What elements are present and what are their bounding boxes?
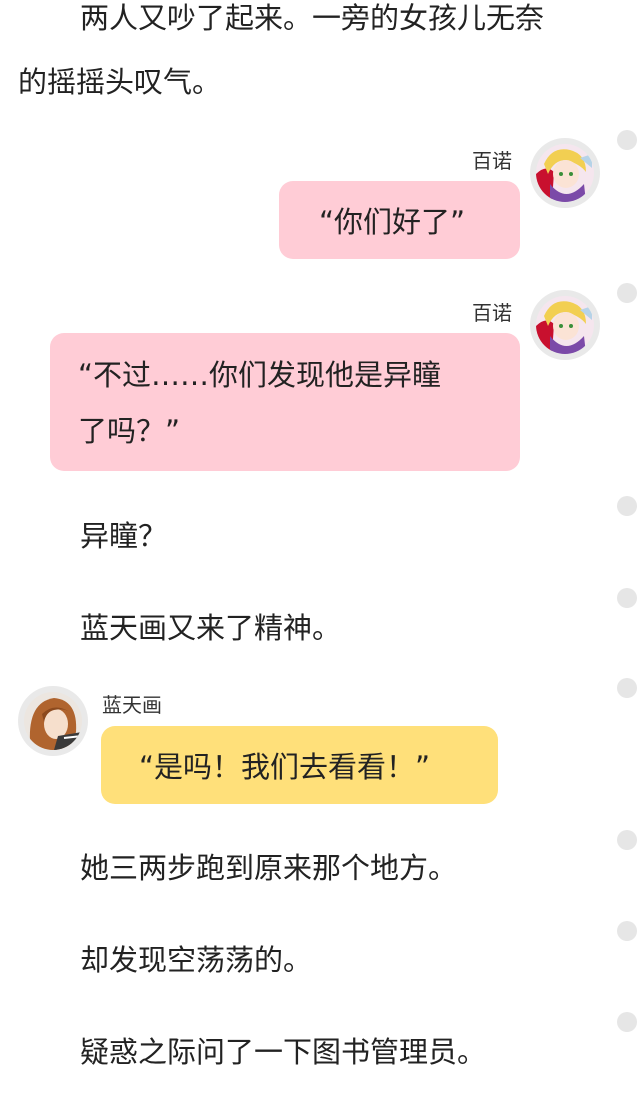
narration-text: 她三两步跑到原来那个地方。 [80, 851, 458, 885]
chat-bubble: “你们好了” [279, 181, 520, 259]
narration-text: 却发现空荡荡的。 [80, 943, 313, 977]
chat-bubble: “不过……你们发现他是异瞳 了吗？” [50, 333, 520, 471]
message-text: “不过……你们发现他是异瞳 [78, 358, 442, 392]
scroll-marker-dot-icon [617, 830, 637, 850]
narration-text: 两人又吵了起来。一旁的女孩儿无奈 [80, 1, 545, 35]
scroll-marker-dot-icon [617, 921, 637, 941]
chat-bubble: “是吗！我们去看看！” [101, 726, 498, 804]
blonde-girl-avatar-icon[interactable] [530, 290, 600, 360]
speaker-name-baino: 百诺 [472, 149, 512, 173]
scroll-marker-dot-icon [617, 283, 637, 303]
message-text: “你们好了” [319, 205, 466, 239]
message-text: 了吗？” [78, 414, 181, 448]
brown-hair-avatar-icon[interactable] [18, 686, 88, 756]
speaker-name-lantianhua: 蓝天画 [102, 693, 162, 717]
scroll-marker-dot-icon [617, 678, 637, 698]
scroll-marker-dot-icon [617, 1012, 637, 1032]
scroll-marker-dot-icon [617, 496, 637, 516]
blonde-girl-avatar-icon[interactable] [530, 138, 600, 208]
narration-text: 疑惑之际问了一下图书管理员。 [80, 1035, 487, 1069]
speaker-name-baino: 百诺 [472, 301, 512, 325]
narration-text: 异瞳？ [80, 519, 168, 553]
scroll-marker-dot-icon [617, 588, 637, 608]
message-text: “是吗！我们去看看！” [139, 750, 431, 784]
scroll-marker-dot-icon [617, 130, 637, 150]
narration-text: 蓝天画又来了精神。 [80, 611, 342, 645]
narration-text: 的摇摇头叹气。 [18, 65, 222, 99]
